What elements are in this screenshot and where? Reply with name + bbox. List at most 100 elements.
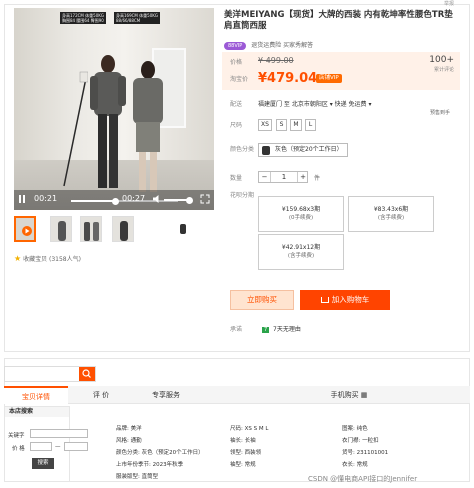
shipping-label: 配送 — [230, 101, 243, 108]
attribute-item: 图案: 纯色 — [342, 426, 368, 432]
price-max-input[interactable] — [64, 442, 88, 451]
sales-stats: 100+ 累计评论 — [429, 55, 454, 74]
price-panel: 价格 ¥ 499.00 淘宝价 ¥479.04 店铺VIP 100+ 累计评论 — [222, 52, 460, 90]
pause-icon[interactable] — [18, 194, 26, 204]
keyword-label: 关键字 — [8, 433, 25, 439]
thumbnail-video[interactable] — [14, 216, 36, 242]
thumbnail-color-swatch[interactable] — [178, 222, 188, 238]
price-label: 价格 — [230, 59, 243, 66]
review-count: 100+ — [429, 55, 454, 65]
quantity-unit: 件 — [314, 175, 321, 182]
attribute-item: 颜色分类: 灰色（预定20个工作日） — [116, 450, 204, 456]
favorite-link[interactable]: ★ 收藏宝贝 (3158人气) — [14, 254, 81, 263]
attribute-item: 领型: 西装领 — [230, 450, 262, 456]
attribute-item: 衣门襟: 一粒扣 — [342, 438, 379, 444]
promo-price-label: 淘宝价 — [230, 76, 249, 83]
current-price: ¥479.04 — [258, 71, 318, 86]
color-swatch — [262, 146, 270, 155]
review-label: 累计评论 — [433, 67, 454, 73]
cart-icon — [320, 297, 329, 303]
fullscreen-icon[interactable] — [200, 194, 210, 204]
shop-search-button[interactable]: 搜索 — [32, 458, 54, 469]
lamp-illustration — [63, 71, 88, 187]
quantity-label: 数量 — [230, 175, 243, 182]
color-label: 颜色分类 — [230, 146, 255, 153]
promise-label: 承诺 — [230, 326, 243, 333]
size-option-xs[interactable]: XS — [258, 119, 272, 131]
service-promise: 承诺 7 7天无理由 — [230, 324, 301, 333]
search-button[interactable] — [79, 367, 95, 381]
attribute-item: 衣长: 常规 — [342, 462, 368, 468]
shop-search-header: 本店搜索 — [5, 407, 69, 417]
quantity-input[interactable]: 1 — [271, 172, 297, 182]
tab-reviews[interactable]: 评 价 — [72, 386, 130, 404]
video-progress-fill — [71, 200, 116, 202]
favorite-count: 收藏宝贝 (3158人气) — [23, 256, 81, 263]
color-option-label: 灰色（预定20个工作日） — [275, 146, 343, 153]
installment-label: 花呗分期 — [230, 192, 255, 199]
shipping-note: 预售到手 — [430, 110, 451, 116]
seven-day-badge: 7 — [261, 327, 270, 333]
attribute-item: 风格: 通勤 — [116, 438, 142, 444]
video-total-time: 00:27 — [122, 194, 146, 203]
add-to-cart-label: 加入购物车 — [331, 295, 370, 304]
video-current-time: 00:21 — [34, 194, 58, 203]
size-option-s[interactable]: S — [276, 119, 287, 131]
csdn-watermark: CSDN @懂电商API接口的Jennifer — [308, 475, 418, 483]
report-link[interactable]: 举报 — [444, 0, 454, 7]
product-subline: 88VIP 退货运费险 买家秀解答 — [224, 40, 313, 50]
tab-mobile-purchase[interactable]: 手机购买 ▦ — [304, 386, 394, 404]
add-to-cart-button[interactable]: 加入购物车 — [300, 290, 390, 310]
quantity-stepper: − 1 + — [258, 171, 308, 183]
installment-option-3[interactable]: ¥159.68x3期 (0手续费) — [258, 196, 344, 232]
price-range-dash: — — [55, 444, 61, 450]
size-option-l[interactable]: L — [305, 119, 316, 131]
color-option-gray[interactable]: 灰色（预定20个工作日） — [258, 143, 348, 157]
size-label: 尺码 — [230, 122, 243, 129]
attribute-item: 货号: 231101001 — [342, 450, 389, 456]
size-option-m[interactable]: M — [290, 119, 302, 131]
installment-amount: ¥159.68x3期 — [281, 206, 321, 213]
search-icon — [82, 369, 91, 378]
installment-option-12[interactable]: ¥42.91x12期 (含手续费) — [258, 234, 344, 270]
quantity-increase-button[interactable]: + — [297, 172, 308, 182]
installment-fee: (含手续费) — [287, 253, 315, 259]
model-tag-right: 身高169CM 体重50KG 88/66/88CM — [114, 12, 160, 24]
volume-knob[interactable] — [186, 196, 193, 204]
keyword-input[interactable] — [30, 429, 88, 438]
attribute-item: 品牌: 美洋 — [116, 426, 142, 432]
attribute-item: 上市年份季节: 2023年秋季 — [116, 462, 184, 468]
original-price: ¥ 499.00 — [258, 56, 294, 65]
shipping-info[interactable]: 福建厦门 至 北京市朝阳区 ▾ 快递 免运费 ▾ — [258, 99, 371, 108]
shop-top-search[interactable] — [4, 366, 96, 382]
thumbnail-image[interactable] — [112, 216, 134, 242]
shop-vip-badge: 店铺VIP — [316, 74, 342, 83]
thumbnail-image[interactable] — [50, 216, 72, 242]
thumbnail-image[interactable] — [80, 216, 102, 242]
video-progress-knob[interactable] — [112, 197, 120, 205]
installment-amount: ¥83.43x6期 — [373, 206, 409, 213]
installment-amount: ¥42.91x12期 — [281, 244, 321, 251]
model-right-figure — [133, 61, 163, 192]
tab-services[interactable]: 专享服务 — [134, 386, 198, 404]
installment-fee: (0手续费) — [288, 215, 314, 221]
star-icon: ★ — [14, 254, 22, 263]
detail-tabs: 宝贝详情 评 价 专享服务 手机购买 ▦ — [4, 386, 470, 404]
attribute-item: 尺码: XS S M L — [230, 426, 269, 432]
attribute-item: 袖长: 长袖 — [230, 438, 256, 444]
attribute-item: 袖型: 常规 — [230, 462, 256, 468]
promise-text[interactable]: 7天无理由 — [273, 326, 301, 333]
price-range-label: 价 格 — [12, 446, 25, 452]
buy-now-button[interactable]: 立即购买 — [230, 290, 294, 310]
product-video[interactable]: 身高172CM 体重50KG 胸围84 腰围64 臀围90 身高169CM 体重… — [14, 8, 214, 210]
installment-option-6[interactable]: ¥83.43x6期 (含手续费) — [348, 196, 434, 232]
volume-icon[interactable] — [152, 194, 162, 204]
quantity-decrease-button[interactable]: − — [259, 172, 271, 182]
volume-slider[interactable] — [164, 196, 193, 204]
model-tag-left: 身高172CM 体重50KG 胸围84 腰围64 臀围90 — [60, 12, 106, 24]
tab-details[interactable]: 宝贝详情 — [4, 386, 68, 404]
product-title: 美洋MEIYANG【现货】大牌的西装 内有乾坤率性腰色TR垫肩直筒西服 — [224, 10, 453, 31]
price-min-input[interactable] — [30, 442, 52, 451]
installment-fee: (含手续费) — [377, 215, 405, 221]
service-tags: 退货运费险 买家秀解答 — [251, 42, 314, 49]
